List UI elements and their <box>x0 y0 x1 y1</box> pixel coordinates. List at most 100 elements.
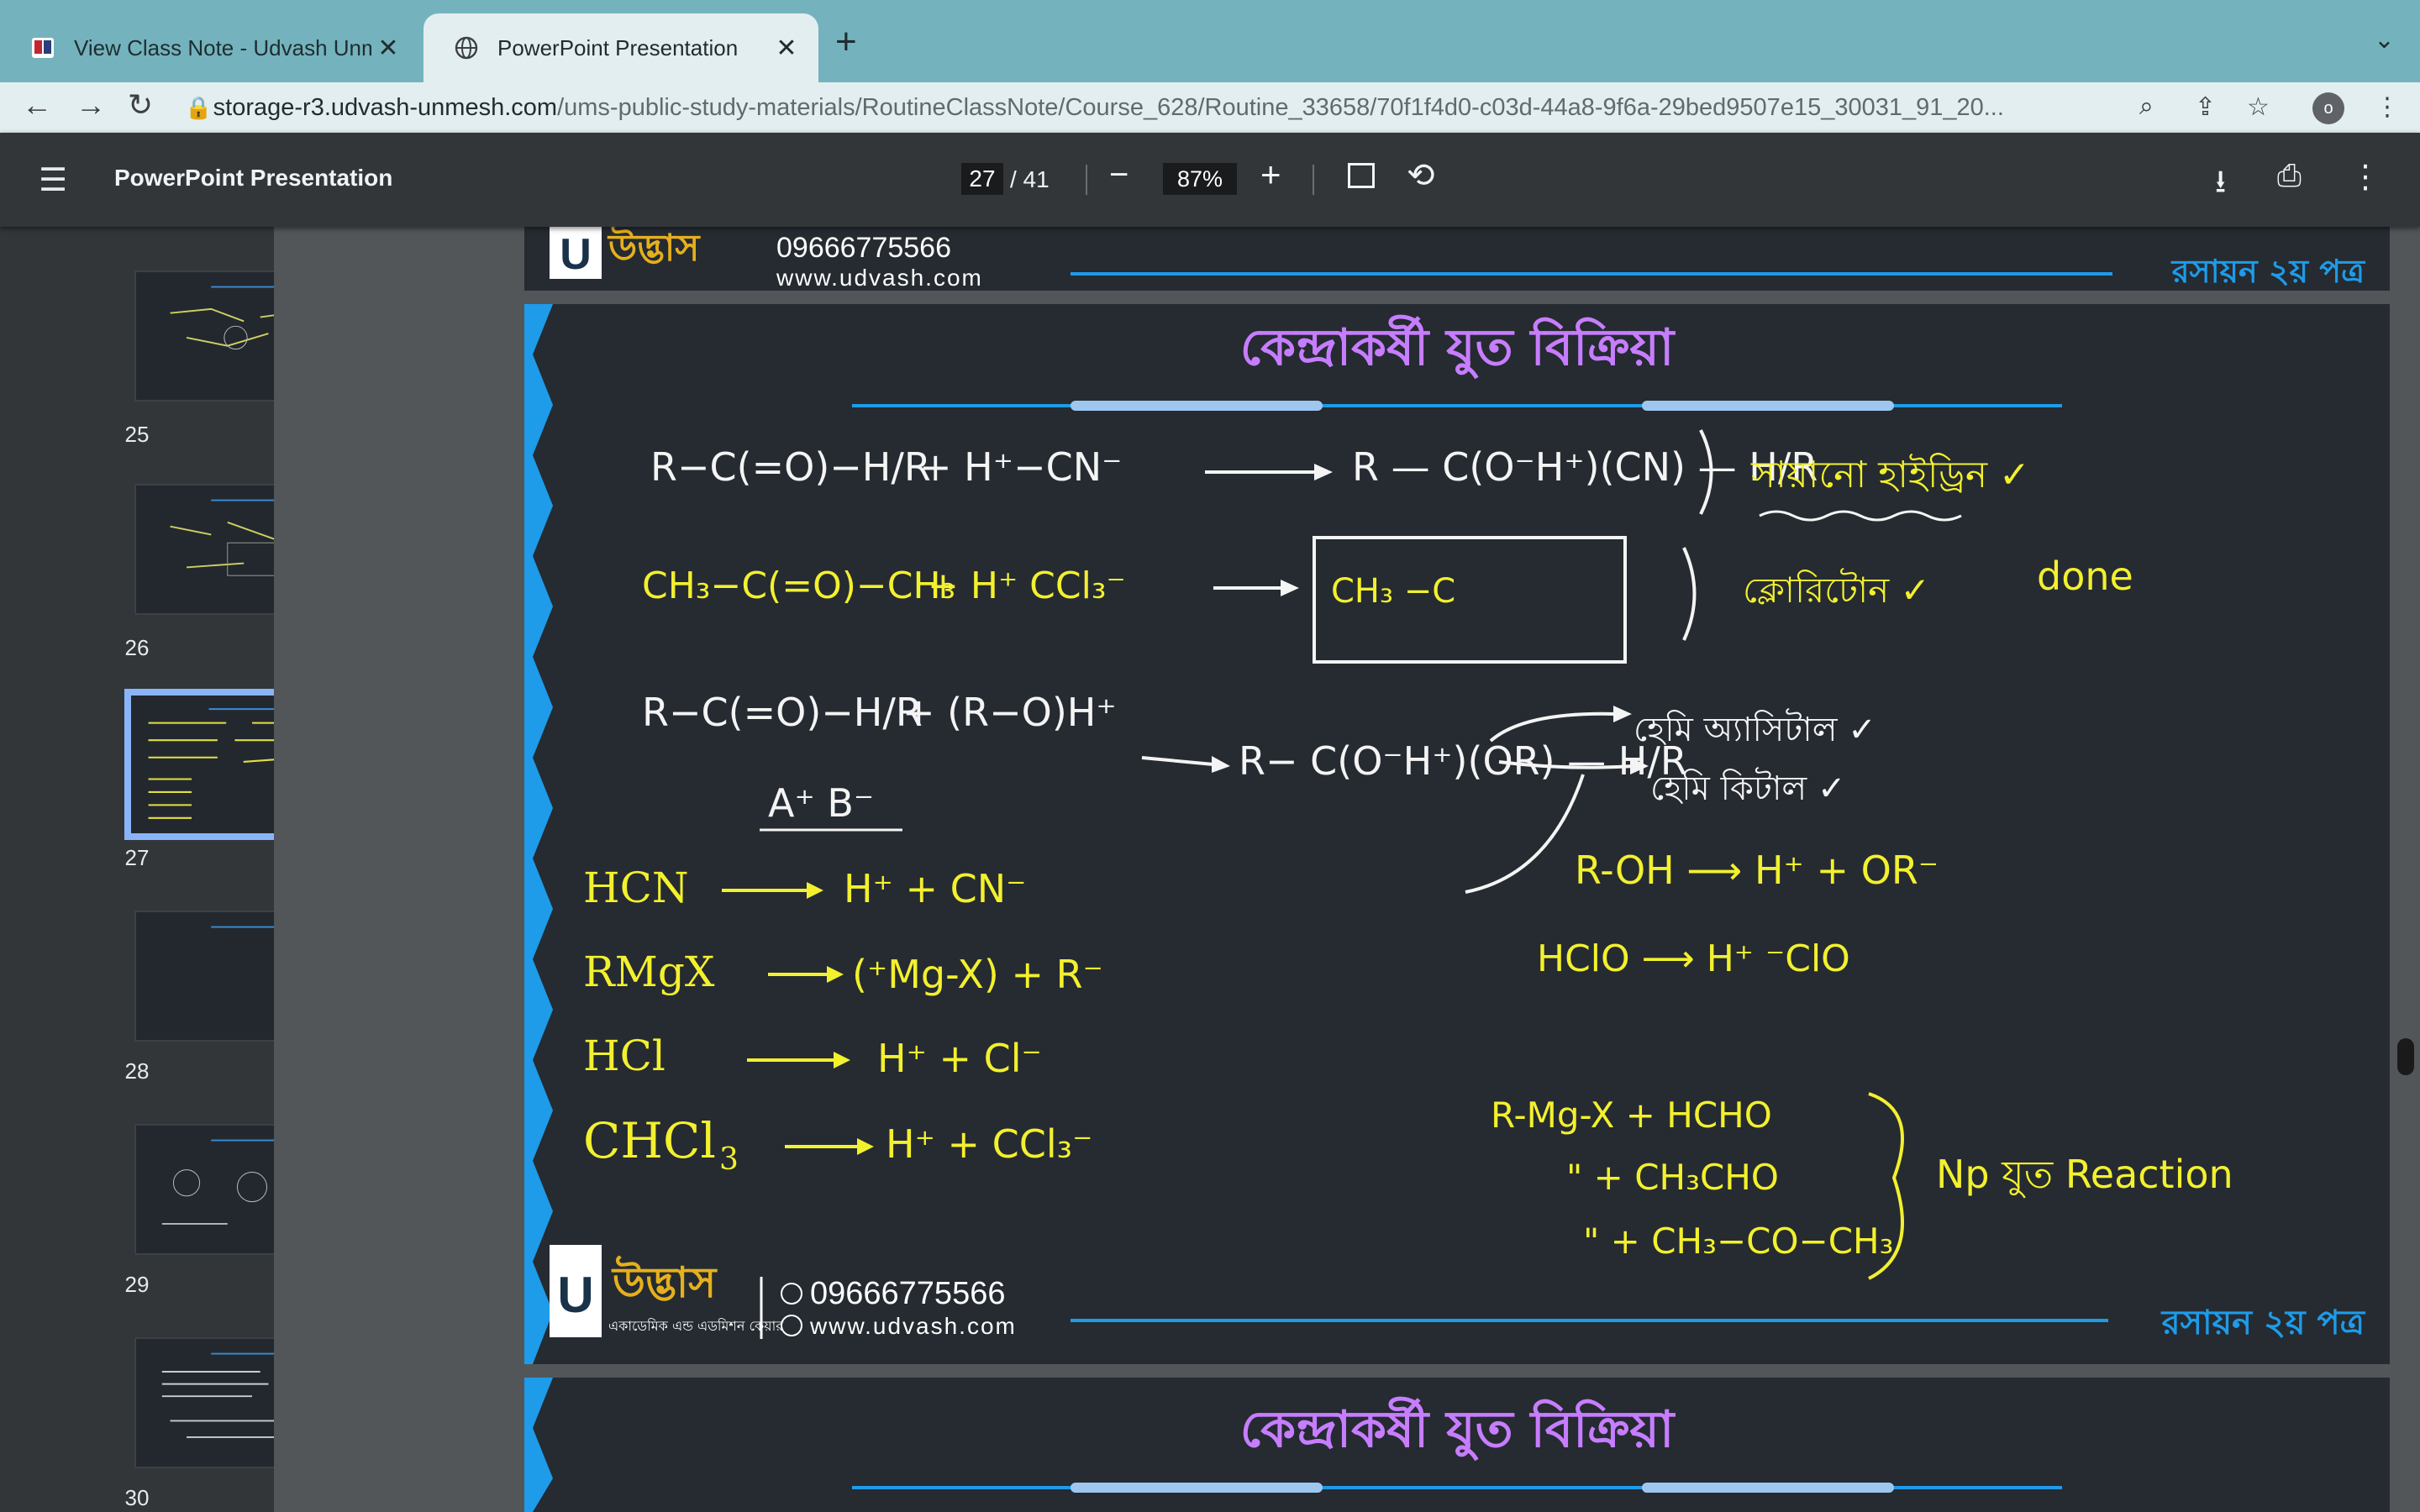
chrome-menu-icon[interactable]: ⋮ <box>2375 92 2400 122</box>
pdf-toolbar: ☰ PowerPoint Presentation 27 / 41 − 87% … <box>0 133 2420 227</box>
r2-done: done <box>2037 554 2133 599</box>
grignard-line2: " + CH₃CHO <box>1566 1157 1779 1198</box>
r3-ab: A⁺ B⁻ <box>768 780 874 826</box>
hcn-products: H⁺ + CN⁻ <box>844 866 1026 911</box>
r2-box-content: CH₃ −C <box>1331 572 1455 611</box>
website: www.udvash.com <box>776 265 983 291</box>
logo-letter: U <box>560 230 592 279</box>
grignard-line3: " + CH₃−CO−CH₃ <box>1583 1221 1893 1262</box>
r3-label1: হেমি অ্যাসিটাল ✓ <box>1634 708 1876 749</box>
website: www.udvash.com <box>809 1313 1017 1339</box>
brand-tagline: একাডেমিক এন্ড এডমিশন কেয়ার <box>608 1318 784 1334</box>
slide-title: কেন্দ্রাকর্ষী যুত বিক্রিয়া <box>1240 1397 1676 1462</box>
thumbnail-preview <box>137 272 274 400</box>
hclo-dissociation: HClO ⟶ H⁺ ⁻ClO <box>1537 937 1850 980</box>
tab-powerpoint-presentation[interactable]: PowerPoint Presentation ✕ <box>424 13 818 82</box>
globe-icon <box>455 36 478 60</box>
phone-number: 09666775566 <box>776 232 951 264</box>
slide-title: কেন্দ্রাকর্ষী যুত বিক্রিয়া <box>1240 315 1676 380</box>
share-icon[interactable]: ⇪ <box>2195 92 2216 122</box>
thumbnail-label: 30 <box>124 1485 150 1510</box>
r1-reagent: + H⁺−CN⁻ <box>919 444 1122 490</box>
thumbnail-preview <box>131 696 274 832</box>
lock-icon: 🔒 <box>185 94 213 120</box>
url-text[interactable]: storage-r3.udvash-unmesh.com/ums-public-… <box>213 94 2126 122</box>
divider <box>1313 165 1314 195</box>
r3-product: R− C(O⁻H⁺)(OR) — H/R <box>1239 738 1687 784</box>
r3-reactant: R−C(=O)−H/R <box>642 690 923 735</box>
grignard-line1: R-Mg-X + HCHO <box>1491 1095 1772 1136</box>
reagent-rmgx: RMgX <box>583 948 715 996</box>
previous-page-footer: U উদ্ভাস 09666775566 www.udvash.com রসায… <box>524 227 2390 291</box>
page-thumbnail-26[interactable] <box>134 484 274 615</box>
fit-to-page-icon[interactable] <box>1348 163 1375 188</box>
chcl3-subscript: 3 <box>719 1142 739 1177</box>
rotate-icon[interactable]: ⟲ <box>1407 156 1435 195</box>
r1-product: R — C(O⁻H⁺)(CN) — H/R <box>1352 444 1818 490</box>
more-options-icon[interactable]: ⋮ <box>2349 158 2381 196</box>
address-bar[interactable]: 🔒 storage-r3.udvash-unmesh.com/ums-publi… <box>185 82 2126 133</box>
r3-label2: হেমি কিটাল ✓ <box>1650 767 1845 808</box>
page-thumbnail-27[interactable] <box>124 689 274 840</box>
logo-letter: U <box>557 1267 593 1323</box>
browser-toolbar: ← → ↻ 🔒 storage-r3.udvash-unmesh.com/ums… <box>0 82 2420 133</box>
tab-view-class-note[interactable]: View Class Note - Udvash Unmesh ✕ <box>0 13 420 82</box>
subject-badge: রসায়ন ২য় পত্র <box>2160 1304 2366 1342</box>
document-title: PowerPoint Presentation <box>114 165 393 191</box>
brand-name: উদ্ভাস <box>607 227 701 270</box>
phone-number: 09666775566 <box>810 1276 1005 1311</box>
thumbnail-label: 27 <box>124 845 150 870</box>
hcl-products: H⁺ + Cl⁻ <box>877 1036 1042 1081</box>
footer-strip: U উদ্ভাস 09666775566 www.udvash.com রসায… <box>524 227 2390 291</box>
hamburger-menu-icon[interactable]: ☰ <box>39 161 67 199</box>
r2-reactant: CH₃−C(=O)−CH₃ <box>642 564 955 607</box>
np-reaction-label: Np যুত Reaction <box>1936 1152 2233 1198</box>
thumbnail-preview <box>137 486 274 613</box>
page-total: / 41 <box>1010 166 1050 192</box>
brand-name: উদ্ভাস <box>611 1255 718 1307</box>
r3-reagent: + (R−O)H⁺ <box>902 690 1117 735</box>
bookmark-star-icon[interactable]: ☆ <box>2247 92 2270 122</box>
thumbnail-label: 26 <box>124 635 150 660</box>
subject-badge: রসায়ন ২য় পত্র <box>2170 253 2365 290</box>
back-arrow-icon[interactable]: ← <box>22 87 52 123</box>
page-thumbnail-30[interactable] <box>134 1337 274 1468</box>
pdf-viewer[interactable]: U উদ্ভাস 09666775566 www.udvash.com রসায… <box>274 227 2420 1512</box>
url-host: storage-r3.udvash-unmesh.com <box>213 93 558 121</box>
download-icon[interactable]: ⭳ <box>2215 158 2226 213</box>
tab-search-chevron-icon[interactable]: ⌄ <box>2374 25 2395 55</box>
thumbnail-sidebar[interactable]: 25 26 27 28 29 30 <box>0 227 274 1512</box>
print-icon[interactable]: ⎙ <box>2277 158 2302 194</box>
zoom-out-minus-icon[interactable]: − <box>1109 156 1128 194</box>
reload-icon[interactable]: ↻ <box>128 87 153 123</box>
close-tab-icon[interactable]: ✕ <box>770 34 803 63</box>
reagent-chcl3: CHCl <box>583 1112 716 1169</box>
viewer-scrollbar[interactable] <box>2397 1038 2414 1075</box>
forward-arrow-icon[interactable]: → <box>76 87 106 123</box>
slide-canvas: কেন্দ্রাকর্ষী যুত বিক্রিয়া R−C(=O)−H/R … <box>524 304 2390 1364</box>
thumbnail-label: 29 <box>124 1272 150 1297</box>
r2-label: ক্লোরিটোন ✓ <box>1743 568 1930 611</box>
url-path: /ums-public-study-materials/RoutineClass… <box>557 93 2004 121</box>
r2-reagent: + H⁺ CCl₃⁻ <box>928 564 1126 607</box>
new-tab-plus-icon[interactable]: + <box>835 24 857 60</box>
r1-label: সায়ানো হাইড্রিন ✓ <box>1750 453 2030 496</box>
zoom-in-plus-icon[interactable]: + <box>1260 155 1281 195</box>
close-tab-icon[interactable]: ✕ <box>371 34 405 63</box>
page-thumbnail-25[interactable] <box>134 270 274 402</box>
roh-dissociation: R-OH ⟶ H⁺ + OR⁻ <box>1575 848 1939 893</box>
page-thumbnail-29[interactable] <box>134 1124 274 1255</box>
zoom-magnifier-icon[interactable]: ⌕ <box>2139 92 2154 121</box>
reagent-hcn: HCN <box>583 864 689 912</box>
pdf-page-28: কেন্দ্রাকর্ষী যুত বিক্রিয়া <box>524 1378 2390 1512</box>
pdf-page-27: কেন্দ্রাকর্ষী যুত বিক্রিয়া R−C(=O)−H/R … <box>524 304 2390 1364</box>
tab-title: View Class Note - Udvash Unmesh <box>74 34 371 60</box>
page-number-input[interactable]: 27 <box>961 163 1003 195</box>
chcl3-products: H⁺ + CCl₃⁻ <box>886 1121 1092 1167</box>
tab-title: PowerPoint Presentation <box>497 34 739 60</box>
slide-canvas: কেন্দ্রাকর্ষী যুত বিক্রিয়া <box>524 1378 2390 1512</box>
zoom-level-input[interactable]: 87% <box>1163 163 1237 195</box>
reagent-hcl: HCl <box>583 1032 666 1080</box>
page-thumbnail-28[interactable] <box>134 911 274 1042</box>
profile-avatar[interactable]: o <box>2312 92 2344 124</box>
